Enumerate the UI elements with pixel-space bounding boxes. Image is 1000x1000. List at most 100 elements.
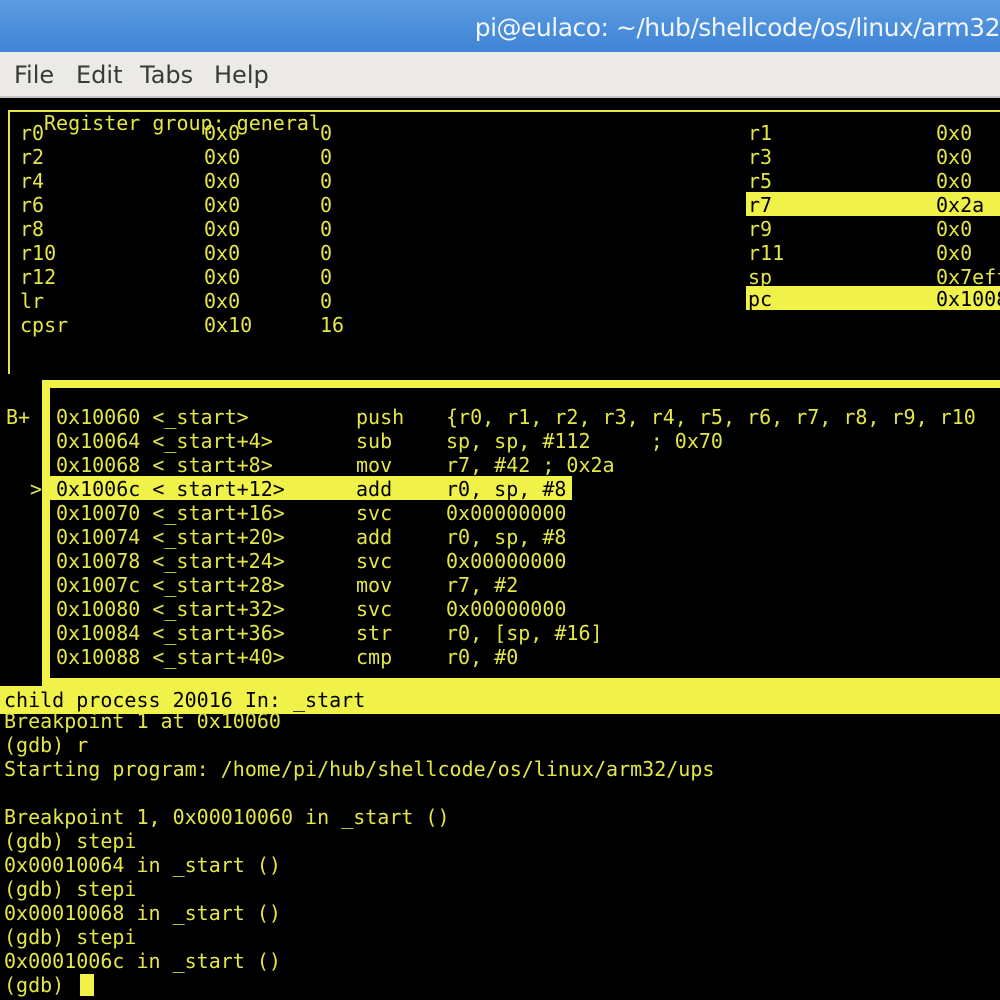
- register-hex: 0x0: [204, 265, 241, 289]
- menu-bar: File Edit Tabs Help: [0, 52, 1000, 98]
- register-panel: Register group: general: [8, 110, 1000, 374]
- asm-address: 0x10084 <_start+36>: [56, 621, 285, 645]
- asm-operands: r0, sp, #8: [446, 525, 567, 549]
- register-dec: 0: [320, 217, 333, 241]
- register-name: r2: [20, 145, 45, 169]
- asm-address: 0x10070 <_start+16>: [56, 501, 285, 525]
- register-name: r0: [20, 121, 45, 145]
- register-hex: 0x0: [204, 145, 241, 169]
- register-dec: 0: [320, 121, 333, 145]
- asm-operands: 0x00000000: [446, 597, 567, 621]
- asm-address: 0x10088 <_start+40>: [56, 645, 285, 669]
- console-line: Breakpoint 1 at 0x10060: [4, 709, 281, 733]
- asm-operands: 0x00000000: [446, 501, 567, 525]
- text-cursor: [80, 974, 94, 996]
- register-hex: 0x0: [936, 217, 973, 241]
- asm-address: 0x10074 <_start+20>: [56, 525, 285, 549]
- console-line: 0x0001006c in _start (): [4, 949, 281, 973]
- register-dec: 0: [320, 193, 333, 217]
- asm-operands: sp, sp, #112 ; 0x70: [446, 429, 723, 453]
- asm-opcode: mov: [356, 573, 393, 597]
- asm-opcode: add: [356, 477, 393, 501]
- console-line: Breakpoint 1, 0x00010060 in _start (): [4, 805, 450, 829]
- register-name: r1: [748, 121, 773, 145]
- asm-operands: r7, #2: [446, 573, 519, 597]
- asm-opcode: add: [356, 525, 393, 549]
- register-dec: 0: [320, 169, 333, 193]
- asm-opcode: str: [356, 621, 393, 645]
- register-name: r12: [20, 265, 57, 289]
- register-dec: 0: [320, 265, 333, 289]
- asm-operands: r7, #42 ; 0x2a: [446, 453, 615, 477]
- register-dec: 0: [320, 289, 333, 313]
- asm-operands: r0, #0: [446, 645, 519, 669]
- register-name: r3: [748, 145, 773, 169]
- asm-opcode: svc: [356, 501, 393, 525]
- asm-opcode: mov: [356, 453, 393, 477]
- register-name: lr: [20, 289, 45, 313]
- console-prompt[interactable]: (gdb): [4, 974, 76, 996]
- register-hex: 0x0: [204, 169, 241, 193]
- register-hex: 0x0: [204, 241, 241, 265]
- asm-opcode: cmp: [356, 645, 393, 669]
- asm-address: 0x1007c <_start+28>: [56, 573, 285, 597]
- asm-address: 0x10060 <_start>: [56, 405, 249, 429]
- register-hex: 0x0: [204, 121, 241, 145]
- asm-operands: 0x00000000: [446, 549, 567, 573]
- register-name: r10: [20, 241, 57, 265]
- asm-address: 0x10078 <_start+24>: [56, 549, 285, 573]
- register-hex: 0x0: [936, 145, 973, 169]
- terminal-screen[interactable]: Register group: general r0 0x0 0 r2 0x0 …: [0, 98, 1000, 1000]
- register-name: pc: [748, 287, 773, 311]
- asm-operands: {r0, r1, r2, r3, r4, r5, r6, r7, r8, r9,…: [446, 405, 976, 429]
- asm-opcode: sub: [356, 429, 393, 453]
- console-line: (gdb) stepi: [4, 925, 137, 949]
- title-bar: pi@eulaco: ~/hub/shellcode/os/linux/arm3…: [0, 0, 1000, 52]
- register-name: r9: [748, 217, 773, 241]
- register-name: r11: [748, 241, 785, 265]
- register-name: r5: [748, 169, 773, 193]
- register-name: r8: [20, 217, 45, 241]
- register-name: r6: [20, 193, 45, 217]
- asm-address: 0x10064 <_start+4>: [56, 429, 273, 453]
- console-line: 0x00010068 in _start (): [4, 901, 281, 925]
- register-name: cpsr: [20, 313, 69, 337]
- menu-tabs[interactable]: Tabs: [140, 52, 193, 96]
- register-dec: 16: [320, 313, 345, 337]
- register-hex: 0x1008: [936, 287, 1000, 311]
- register-name: r7: [748, 193, 773, 217]
- console-line: Starting program: /home/pi/hub/shellcode…: [4, 757, 715, 781]
- console-line: (gdb) r: [4, 733, 89, 757]
- register-dec: 0: [320, 241, 333, 265]
- register-panel-title: Register group: general: [40, 112, 325, 134]
- register-name: r4: [20, 169, 45, 193]
- register-name: sp: [748, 265, 773, 289]
- current-line-marker: >: [30, 477, 43, 501]
- console-line: (gdb) stepi: [4, 877, 137, 901]
- register-hex: 0x0: [936, 169, 973, 193]
- window-title: pi@eulaco: ~/hub/shellcode/os/linux/arm3…: [474, 13, 1000, 42]
- menu-file[interactable]: File: [14, 52, 54, 96]
- menu-help[interactable]: Help: [214, 52, 269, 96]
- register-hex: 0x0: [936, 241, 973, 265]
- register-hex: 0x0: [204, 289, 241, 313]
- asm-address: 0x1006c <_start+12>: [56, 477, 285, 501]
- asm-operands: r0, [sp, #16]: [446, 621, 603, 645]
- register-hex: 0x2a: [936, 193, 985, 217]
- register-hex: 0x10: [204, 313, 253, 337]
- asm-address: 0x10068 <_start+8>: [56, 453, 273, 477]
- register-hex: 0x0: [204, 193, 241, 217]
- asm-address: 0x10080 <_start+32>: [56, 597, 285, 621]
- status-text: child process 20016 In: _start: [4, 688, 366, 712]
- menu-edit[interactable]: Edit: [76, 52, 122, 96]
- console-line: (gdb) stepi: [4, 829, 137, 853]
- register-dec: 0: [320, 145, 333, 169]
- breakpoint-marker: B+: [6, 405, 31, 429]
- asm-operands: r0, sp, #8: [446, 477, 567, 501]
- asm-opcode: push: [356, 405, 405, 429]
- register-hex: 0x0: [936, 121, 973, 145]
- asm-opcode: svc: [356, 549, 393, 573]
- console-line: 0x00010064 in _start (): [4, 853, 281, 877]
- register-hex: 0x0: [204, 217, 241, 241]
- asm-opcode: svc: [356, 597, 393, 621]
